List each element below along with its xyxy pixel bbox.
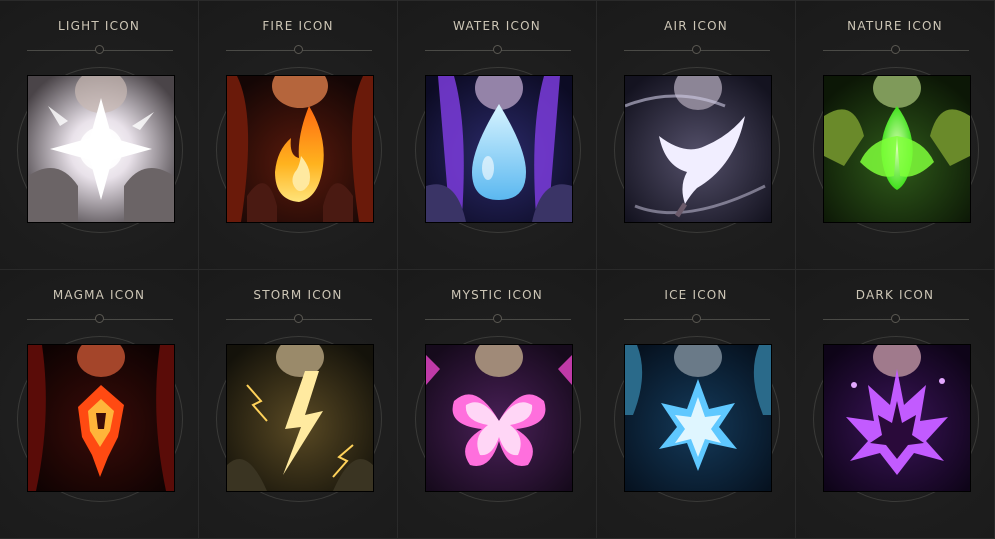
icon-card-title: FIRE ICON [262, 19, 334, 33]
mystic-icon[interactable] [426, 345, 572, 491]
icon-card-title: LIGHT ICON [57, 19, 141, 33]
fire-icon[interactable] [227, 76, 373, 222]
icon-card-title: DARK ICON [855, 288, 935, 302]
icon-card-light[interactable]: LIGHT ICON [0, 1, 198, 269]
divider-knob [692, 45, 701, 54]
divider-knob [891, 45, 900, 54]
icon-card-air[interactable]: AIR ICON [597, 1, 795, 269]
dark-icon[interactable] [824, 345, 970, 491]
divider-knob [692, 314, 701, 323]
icon-card-storm[interactable]: STORM ICON [199, 270, 397, 538]
divider-knob [294, 314, 303, 323]
icon-card-title: NATURE ICON [847, 19, 943, 33]
icon-card-nature[interactable]: NATURE ICON [796, 1, 994, 269]
icon-card-magma[interactable]: MAGMA ICON [0, 270, 198, 538]
icon-card-dark[interactable]: DARK ICON [796, 270, 994, 538]
ice-icon[interactable] [625, 345, 771, 491]
icon-card-title: WATER ICON [453, 19, 541, 33]
icon-card-title: MYSTIC ICON [451, 288, 543, 302]
nature-icon[interactable] [824, 76, 970, 222]
icon-card-ice[interactable]: ICE ICON [597, 270, 795, 538]
light-icon[interactable] [28, 76, 174, 222]
icon-card-mystic[interactable]: MYSTIC ICON [398, 270, 596, 538]
icon-card-title: STORM ICON [253, 288, 343, 302]
icon-card-water[interactable]: WATER ICON [398, 1, 596, 269]
divider-knob [493, 314, 502, 323]
divider-knob [95, 45, 104, 54]
divider-knob [891, 314, 900, 323]
icon-card-title: ICE ICON [664, 288, 728, 302]
icon-card-fire[interactable]: FIRE ICON [199, 1, 397, 269]
divider-knob [493, 45, 502, 54]
divider-knob [95, 314, 104, 323]
icon-grid: LIGHT ICON FIRE ICON WATER ICON AIR ICON… [0, 0, 995, 539]
air-icon[interactable] [625, 76, 771, 222]
storm-icon[interactable] [227, 345, 373, 491]
icon-card-title: AIR ICON [664, 19, 728, 33]
water-icon[interactable] [426, 76, 572, 222]
magma-icon[interactable] [28, 345, 174, 491]
icon-card-title: MAGMA ICON [52, 288, 146, 302]
divider-knob [294, 45, 303, 54]
